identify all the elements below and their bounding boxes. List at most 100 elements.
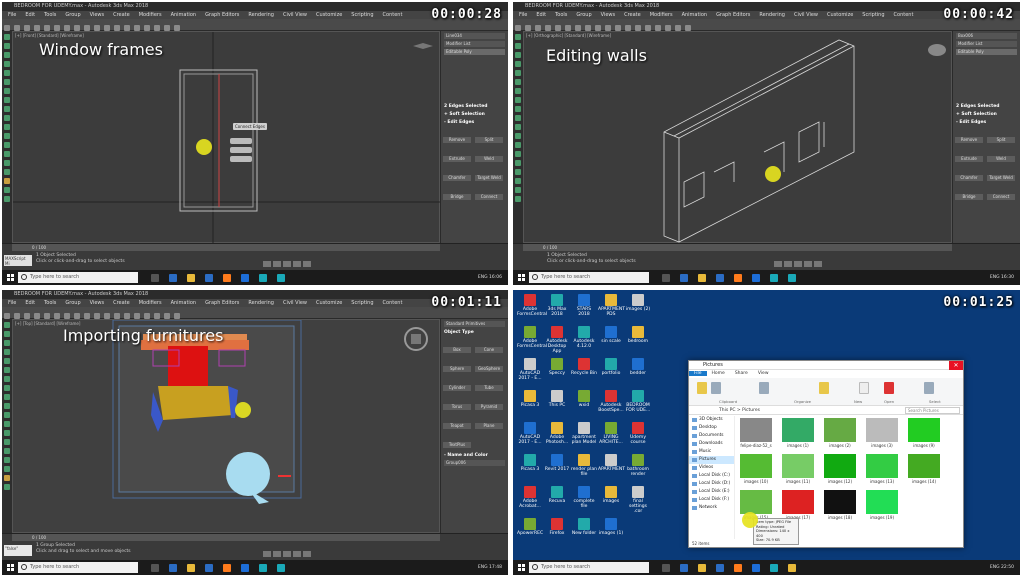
image-thumbnail[interactable]: felipe-diaz-52_s xyxy=(739,418,773,448)
tile-window-frames[interactable]: BEDROOM FOR UDEMY.max - Autodesk 3ds Max… xyxy=(2,2,508,285)
object-name-field[interactable]: Box006 xyxy=(956,33,1017,39)
taskbar-search[interactable]: Type here to search xyxy=(529,272,649,283)
playback-controls[interactable] xyxy=(262,253,392,267)
time-slider[interactable]: 0 / 100 xyxy=(12,244,440,251)
taskbar-search[interactable]: Type here to search xyxy=(529,562,649,573)
extrude-button[interactable]: Extrude xyxy=(443,156,471,162)
desktop-icon[interactable]: bedder xyxy=(625,358,651,376)
desktop-icon[interactable]: images (2) xyxy=(625,294,651,312)
navigation-pane[interactable]: 3D Objects Desktop Documents Downloads Music… xyxy=(689,416,735,539)
viewport[interactable]: [+] [Front] [Standard] [Wireframe] Windo… xyxy=(12,31,441,244)
close-icon[interactable]: ✕ xyxy=(949,361,963,370)
split-button[interactable]: Split xyxy=(987,137,1015,143)
desktop-icon[interactable]: AutoCAD 2017 - E... xyxy=(517,422,543,445)
group-name-field[interactable]: Group006 xyxy=(444,460,505,466)
desktop-icon[interactable]: Udemy course xyxy=(625,422,651,445)
weld-button[interactable]: Weld xyxy=(475,156,503,162)
explorer-tabs[interactable]: File Home Share View xyxy=(689,370,963,378)
modifier-list[interactable]: Modifier List xyxy=(956,41,1017,47)
nav-item[interactable]: Local Disk (E:) xyxy=(689,488,734,496)
desktop-icon[interactable]: Adobe FormsCentral xyxy=(517,294,547,317)
teapot-button[interactable]: Teapot xyxy=(443,423,471,429)
taskbar-search[interactable]: Type here to search xyxy=(18,272,138,283)
plane-button[interactable]: Plane xyxy=(475,423,503,429)
image-thumbnail[interactable]: images (13) xyxy=(865,454,899,484)
extrude-button[interactable]: Extrude xyxy=(955,156,983,162)
geosphere-button[interactable]: GeoSphere xyxy=(475,366,503,372)
chamfer-button[interactable]: Chamfer xyxy=(443,175,471,181)
desktop-icon[interactable]: Firefox xyxy=(544,518,570,536)
cylinder-button[interactable]: Cylinder xyxy=(443,385,471,391)
target-weld-button[interactable]: Target Weld xyxy=(987,175,1015,181)
desktop-icon[interactable]: render plan file xyxy=(571,454,597,477)
nav-item[interactable]: Downloads xyxy=(689,440,734,448)
connect-segments-field[interactable] xyxy=(230,138,252,144)
edit-edges-rollout[interactable]: - Edit Edges xyxy=(444,120,505,125)
desktop-icon[interactable]: complete file xyxy=(571,486,597,509)
desktop-icon[interactable]: Revit 2017 xyxy=(544,454,570,472)
image-thumbnail[interactable]: images (10) xyxy=(739,454,773,484)
nav-item[interactable]: Network xyxy=(689,504,734,512)
desktop-icon[interactable]: Speccy xyxy=(544,358,570,376)
object-name-field[interactable]: Line034 xyxy=(444,33,505,39)
command-panel[interactable]: Line034 Modifier List Editable Poly 2 Ed… xyxy=(440,31,508,243)
remove-button[interactable]: Remove xyxy=(443,137,471,143)
nav-item[interactable]: Local Disk (C:) xyxy=(689,472,734,480)
connect-pinch-field[interactable] xyxy=(230,147,252,153)
nav-item[interactable]: Local Disk (D:) xyxy=(689,480,734,488)
desktop-icon[interactable]: Adobe Photosh... xyxy=(544,422,570,445)
desktop-icon[interactable]: ApowerREC xyxy=(517,518,543,536)
desktop-icon[interactable]: 3ds Max 2018 xyxy=(544,294,570,317)
desktop-icon[interactable]: Picasa 3 xyxy=(517,454,543,472)
nav-item[interactable]: Pictures xyxy=(689,456,734,464)
desktop-icon[interactable]: Adobe Acrobat... xyxy=(517,486,543,509)
torus-button[interactable]: Torus xyxy=(443,404,471,410)
nav-item[interactable]: Desktop xyxy=(689,424,734,432)
start-button[interactable] xyxy=(513,270,529,285)
image-thumbnail[interactable]: images (9) xyxy=(907,418,941,448)
sphere-button[interactable]: Sphere xyxy=(443,366,471,372)
chamfer-button[interactable]: Chamfer xyxy=(955,175,983,181)
split-button[interactable]: Split xyxy=(475,137,503,143)
image-thumbnail[interactable]: images (17) xyxy=(781,490,815,520)
box-button[interactable]: Box xyxy=(443,347,471,353)
nav-item[interactable]: 3D Objects xyxy=(689,416,734,424)
image-thumbnail[interactable]: images (14) xyxy=(907,454,941,484)
desktop-icon[interactable]: APARTMENT PDS xyxy=(598,294,625,317)
taskbar-apps[interactable] xyxy=(138,563,478,572)
soft-selection-rollout[interactable]: + Soft Selection xyxy=(444,112,505,117)
name-and-color-rollout[interactable]: - Name and Color xyxy=(444,453,505,458)
desktop-icon[interactable]: Adobe FormsCentral xyxy=(517,326,547,349)
connect-edges-popup[interactable]: Connect Edges xyxy=(233,123,267,130)
desktop-icon[interactable]: final settings .cor xyxy=(625,486,651,514)
playback-controls[interactable] xyxy=(773,253,903,267)
modifier-stack-item[interactable]: Editable Poly xyxy=(444,49,505,55)
tray-clock[interactable]: ENG 16:06 xyxy=(478,275,508,280)
start-button[interactable] xyxy=(2,560,18,575)
image-thumbnail[interactable]: images (19) xyxy=(865,490,899,520)
textplus-button[interactable]: TextPlus xyxy=(443,442,471,448)
remove-button[interactable]: Remove xyxy=(955,137,983,143)
time-slider[interactable]: 0 / 100 xyxy=(12,534,440,541)
cone-button[interactable]: Cone xyxy=(475,347,503,353)
desktop-icon[interactable]: This PC xyxy=(544,390,570,408)
desktop-icon[interactable]: bedroom xyxy=(625,326,651,344)
edit-edges-rollout[interactable]: - Edit Edges xyxy=(956,120,1017,125)
connect-button[interactable]: Connect xyxy=(987,194,1015,200)
desktop-icon[interactable]: portfolio xyxy=(598,358,624,376)
command-panel[interactable]: Box006 Modifier List Editable Poly 2 Edg… xyxy=(952,31,1020,243)
maxscript-output[interactable]: "false" xyxy=(4,545,32,556)
desktop-icon[interactable]: Recuva xyxy=(544,486,570,504)
taskbar-apps[interactable] xyxy=(138,273,478,282)
playback-controls[interactable] xyxy=(262,543,392,557)
nav-item[interactable]: Local Disk (F:) xyxy=(689,496,734,504)
tray-clock[interactable]: ENG 17:48 xyxy=(478,565,508,570)
tray-clock[interactable]: ENG 16:30 xyxy=(990,275,1020,280)
image-thumbnail[interactable]: images (3) xyxy=(865,418,899,448)
desktop-icon[interactable]: New folder xyxy=(571,518,597,536)
desktop-icon[interactable]: LIVING ARCHITE... xyxy=(598,422,624,445)
viewcube-icon[interactable] xyxy=(403,326,429,352)
connect-button[interactable]: Connect xyxy=(475,194,503,200)
nav-item[interactable]: Music xyxy=(689,448,734,456)
image-thumbnail[interactable]: images (2) xyxy=(823,418,857,448)
